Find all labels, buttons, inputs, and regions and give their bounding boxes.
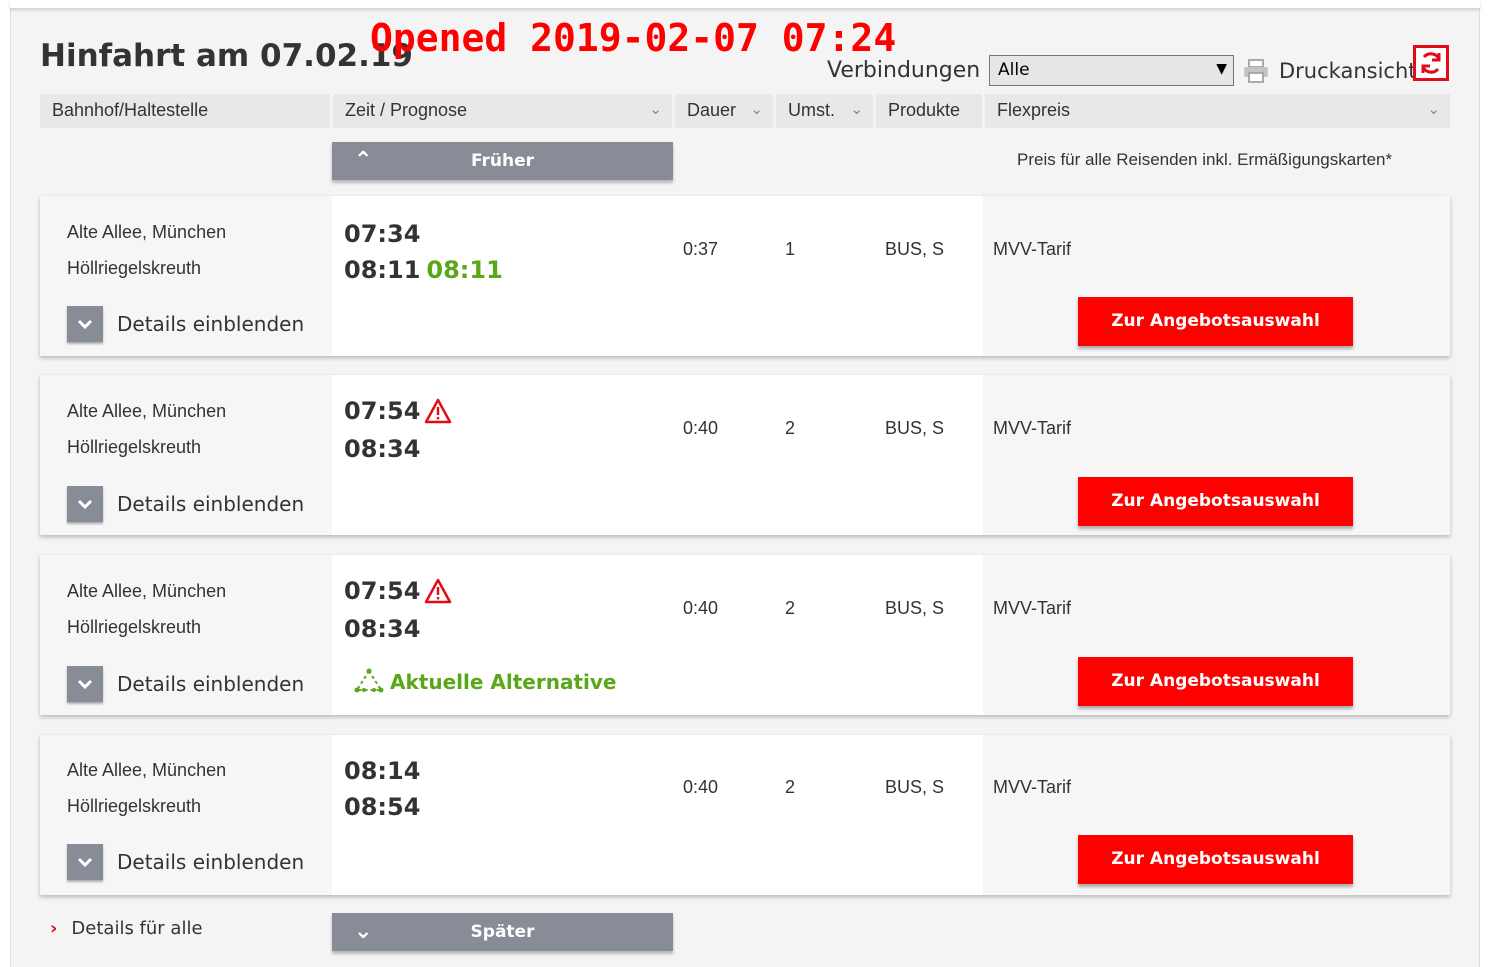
products: BUS, S — [885, 239, 945, 259]
fare: MVV-Tarif — [993, 598, 1072, 618]
warning-icon[interactable] — [424, 578, 452, 604]
column-header-duration[interactable]: Dauer ⌄ — [675, 94, 773, 128]
departure-time: 07:54 — [344, 577, 421, 605]
connections-label: Verbindungen — [827, 58, 981, 83]
time-column — [332, 735, 983, 895]
connection-row: Alte Allee, München Höllriegelskreuth De… — [40, 196, 1450, 356]
price-note: Preis für alle Reisenden inkl. Ermäßigun… — [1017, 150, 1393, 169]
connection-row: Alte Allee, München Höllriegelskreuth De… — [40, 555, 1450, 715]
chevron-down-icon — [77, 679, 93, 690]
changes: 1 — [785, 239, 796, 259]
top-bar — [10, 0, 1480, 8]
opened-timestamp: Opened 2019-02-07 07:24 — [370, 16, 897, 60]
arrival-time: 08:34 — [344, 435, 421, 463]
later-button[interactable]: ⌄ Später — [332, 913, 673, 951]
arrival-time-row: 08:11 08:11 — [344, 256, 503, 284]
products: BUS, S — [885, 598, 945, 618]
print-view-link[interactable]: Druckansicht — [1279, 59, 1417, 83]
details-toggle-button[interactable] — [67, 306, 103, 342]
duration: 0:40 — [683, 777, 719, 797]
details-toggle-label[interactable]: Details einblenden — [117, 672, 304, 696]
offer-selection-button[interactable]: Zur Angebotsauswahl — [1078, 477, 1353, 526]
sort-chevron-icon: ⌄ — [750, 101, 763, 118]
details-all-label: Details für alle — [71, 918, 203, 939]
column-header-station-label: Bahnhof/Haltestelle — [52, 100, 209, 120]
column-header-fare[interactable]: Flexpreis ⌄ — [985, 94, 1450, 128]
column-header-duration-label: Dauer — [687, 100, 737, 120]
sort-chevron-icon: ⌄ — [850, 101, 863, 118]
printer-icon[interactable] — [1242, 58, 1270, 84]
fare: MVV-Tarif — [993, 418, 1072, 438]
column-header-changes[interactable]: Umst. ⌄ — [776, 94, 873, 128]
alternative-label: Aktuelle Alternative — [390, 670, 617, 694]
column-header-changes-label: Umst. — [788, 100, 835, 120]
offer-selection-button[interactable]: Zur Angebotsauswahl — [1078, 835, 1353, 884]
departure-station: Alte Allee, München — [67, 222, 227, 242]
arrival-time: 08:34 — [344, 615, 421, 643]
arrival-station: Höllriegelskreuth — [67, 617, 202, 637]
offer-selection-button[interactable]: Zur Angebotsauswahl — [1078, 297, 1353, 346]
earlier-button-label: Früher — [470, 151, 535, 171]
arrival-time: 08:54 — [344, 793, 421, 821]
fare: MVV-Tarif — [993, 239, 1072, 259]
connection-row: Alte Allee, München Höllriegelskreuth De… — [40, 735, 1450, 895]
dropdown-arrow-icon: ▼ — [1216, 61, 1227, 77]
changes: 2 — [785, 598, 796, 618]
details-toggle-button[interactable] — [67, 844, 103, 880]
duration: 0:40 — [683, 418, 719, 438]
departure-station: Alte Allee, München — [67, 581, 227, 601]
sort-chevron-icon: ⌄ — [1427, 101, 1440, 118]
details-toggle-button[interactable] — [67, 666, 103, 702]
chevron-down-icon — [77, 319, 93, 330]
column-header-products-label: Produkte — [888, 100, 961, 120]
products: BUS, S — [885, 777, 945, 797]
warning-icon[interactable] — [424, 398, 452, 424]
chevron-down-icon: ⌄ — [354, 919, 373, 944]
products: BUS, S — [885, 418, 945, 438]
changes: 2 — [785, 418, 796, 438]
column-header-station: Bahnhof/Haltestelle — [40, 94, 330, 128]
sort-chevron-icon: ⌄ — [649, 101, 662, 118]
offer-selection-button[interactable]: Zur Angebotsauswahl — [1078, 657, 1353, 706]
arrival-station: Höllriegelskreuth — [67, 258, 202, 278]
page-title: Hinfahrt am 07.02.19 — [40, 38, 413, 74]
details-toggle-button[interactable] — [67, 486, 103, 522]
chevron-up-icon: ⌃ — [354, 148, 373, 173]
duration: 0:40 — [683, 598, 719, 618]
departure-time: 07:34 — [344, 220, 421, 248]
arrival-time: 08:11 — [344, 256, 421, 284]
fare: MVV-Tarif — [993, 777, 1072, 797]
details-all-link[interactable]: › Details für alle — [50, 918, 203, 939]
column-header-time[interactable]: Zeit / Prognose ⌄ — [333, 94, 672, 128]
details-toggle-label[interactable]: Details einblenden — [117, 312, 304, 336]
departure-time: 08:14 — [344, 757, 421, 785]
column-header-time-label: Zeit / Prognose — [345, 100, 468, 120]
chevron-down-icon — [77, 499, 93, 510]
departure-station: Alte Allee, München — [67, 760, 227, 780]
alternative-link[interactable]: Aktuelle Alternative — [352, 668, 616, 694]
route-network-icon — [354, 668, 384, 693]
details-toggle-label[interactable]: Details einblenden — [117, 492, 304, 516]
arrival-prognosis: 08:11 — [426, 256, 503, 284]
duration: 0:37 — [683, 239, 719, 259]
arrival-station: Höllriegelskreuth — [67, 437, 202, 457]
details-toggle-label[interactable]: Details einblenden — [117, 850, 304, 874]
departure-station: Alte Allee, München — [67, 401, 227, 421]
departure-time: 07:54 — [344, 397, 421, 425]
changes: 2 — [785, 777, 796, 797]
chevron-down-icon — [77, 857, 93, 868]
column-header-products: Produkte — [876, 94, 982, 128]
refresh-icon[interactable] — [1413, 45, 1449, 81]
connections-select[interactable]: Alle ▼ — [989, 55, 1234, 86]
chevron-right-icon: › — [50, 918, 58, 939]
column-header-fare-label: Flexpreis — [997, 100, 1071, 120]
later-button-label: Später — [470, 922, 535, 942]
earlier-button[interactable]: ⌃ Früher — [332, 142, 673, 180]
connections-select-value: Alle — [998, 60, 1030, 80]
arrival-station: Höllriegelskreuth — [67, 796, 202, 816]
connection-row: Alte Allee, München Höllriegelskreuth De… — [40, 375, 1450, 535]
